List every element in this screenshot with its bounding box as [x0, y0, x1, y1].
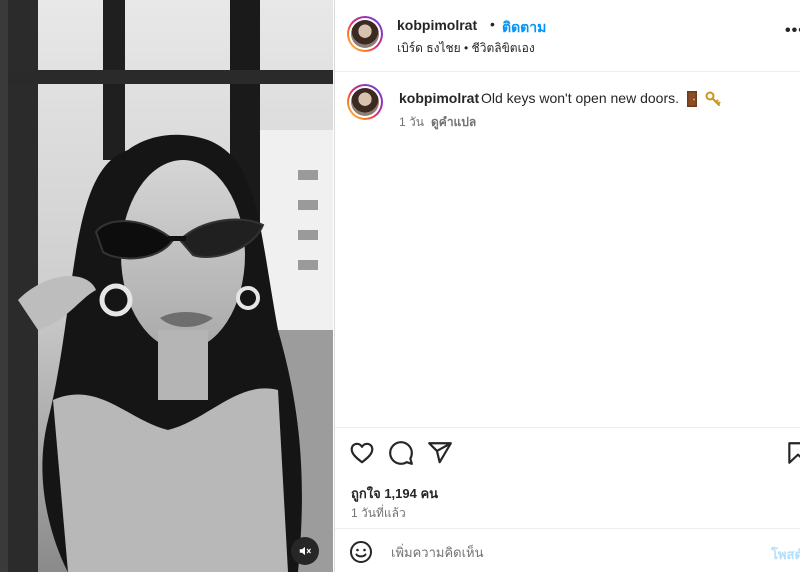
- post-header: kobpimolrat • ติดตาม เบิร์ด ธงไชย • ชีวิ…: [335, 0, 800, 72]
- actions-section: ถูกใจ 1,194 คน 1 วันที่แล้ว: [335, 427, 800, 529]
- follow-button[interactable]: ติดตาม: [502, 17, 546, 39]
- caption-time: 1 วัน: [399, 115, 424, 129]
- like-button[interactable]: [349, 440, 375, 466]
- post-timestamp[interactable]: 1 วันที่แล้ว: [351, 504, 406, 523]
- comment-icon: [389, 441, 413, 465]
- post-comment-button[interactable]: โพสต์: [771, 544, 800, 565]
- video-frame: [8, 0, 333, 572]
- author-avatar[interactable]: [347, 16, 383, 52]
- comment-composer: โพสต์: [335, 528, 800, 573]
- post-video[interactable]: [8, 0, 333, 572]
- see-translation-button[interactable]: ดูคำแปล: [431, 113, 476, 132]
- more-options-icon[interactable]: •••: [785, 22, 800, 40]
- key-emoji: [705, 91, 721, 107]
- post-details-panel: kobpimolrat • ติดตาม เบิร์ด ธงไชย • ชีวิ…: [334, 0, 800, 572]
- audio-label[interactable]: เบิร์ด ธงไชย • ชีวิตลิขิตเอง: [397, 39, 535, 58]
- author-username[interactable]: kobpimolrat: [397, 17, 477, 33]
- separator-dot: •: [490, 16, 495, 32]
- emoji-button[interactable]: [349, 540, 373, 564]
- save-button[interactable]: [785, 440, 800, 466]
- mute-button[interactable]: [291, 537, 319, 565]
- smiley-icon: [350, 541, 372, 563]
- caption-username[interactable]: kobpimolrat: [399, 90, 479, 106]
- previous-post-edge: [0, 0, 8, 572]
- likes-count[interactable]: ถูกใจ 1,194 คน: [351, 483, 438, 504]
- heart-icon: [350, 442, 374, 464]
- bookmark-icon: [788, 442, 800, 464]
- caption-avatar[interactable]: [347, 84, 383, 120]
- door-emoji: [686, 91, 697, 108]
- send-icon: [428, 442, 452, 464]
- comment-input[interactable]: [389, 537, 753, 567]
- speaker-muted-icon: [299, 546, 311, 556]
- caption-text: Old keys won't open new doors.: [481, 90, 680, 106]
- caption-text-row: Old keys won't open new doors.: [481, 90, 721, 108]
- comment-button[interactable]: [388, 440, 414, 466]
- share-button[interactable]: [427, 440, 453, 466]
